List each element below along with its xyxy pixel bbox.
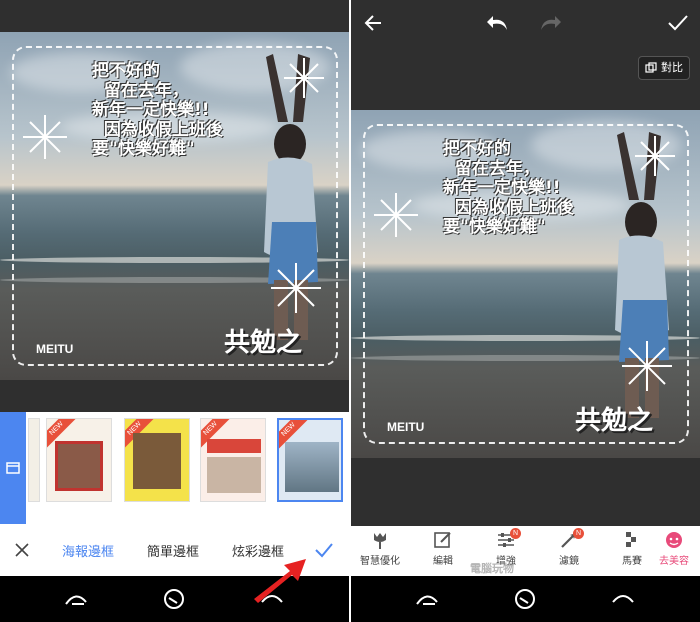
tab-poster-frame[interactable]: 海報邊框 bbox=[62, 541, 114, 560]
done-check-icon[interactable] bbox=[665, 10, 691, 36]
firework-icon bbox=[635, 136, 675, 176]
left-editor-panel: 把不好的 留在去年， 新年一定快樂!! 因為收假上班後 要"快樂好難" MEIT… bbox=[0, 0, 349, 622]
mosaic-icon bbox=[626, 532, 636, 547]
template-thumb[interactable]: NEW bbox=[46, 418, 112, 502]
pointer-arrow bbox=[254, 559, 306, 603]
template-strip: NEW NEW NEW NEW bbox=[0, 412, 349, 524]
meitu-brand: MEITU bbox=[36, 342, 74, 356]
android-nav-bar bbox=[351, 576, 700, 622]
frame-category-tab[interactable] bbox=[0, 412, 26, 524]
right-editor-panel: 對比 把不好的 留在去年， 新年一定快樂!! 因為收假上班後 要"快樂好難" M… bbox=[351, 0, 700, 622]
face-icon bbox=[666, 532, 682, 548]
nav-back-icon[interactable] bbox=[62, 586, 90, 612]
firework-icon bbox=[271, 263, 321, 313]
meitu-brand: MEITU bbox=[387, 420, 425, 434]
template-thumb[interactable]: NEW bbox=[200, 418, 266, 502]
edit-icon bbox=[434, 532, 451, 548]
edit-tool-bar: 智慧優化 編輯 N 增強 N 濾鏡 馬賽 去美容 bbox=[351, 526, 700, 576]
compare-icon bbox=[645, 62, 657, 73]
undo-icon[interactable] bbox=[485, 10, 511, 36]
template-thumb[interactable]: NEW bbox=[124, 418, 190, 502]
firework-icon bbox=[23, 115, 67, 159]
compare-button[interactable]: 對比 bbox=[638, 56, 690, 80]
template-thumb[interactable] bbox=[28, 418, 40, 502]
nav-home-icon[interactable] bbox=[160, 586, 188, 612]
photo-preview: 把不好的 留在去年， 新年一定快樂!! 因為收假上班後 要"快樂好難" MEIT… bbox=[351, 110, 700, 458]
template-thumb-selected[interactable]: NEW bbox=[277, 418, 343, 502]
tool-filter[interactable]: N 濾鏡 bbox=[546, 528, 592, 567]
tool-edit[interactable]: 編輯 bbox=[420, 530, 466, 567]
tool-mosaic[interactable]: 馬賽 bbox=[609, 530, 655, 567]
close-icon[interactable] bbox=[14, 542, 30, 558]
poster-caption: 把不好的 留在去年， 新年一定快樂!! 因為收假上班後 要"快樂好難" bbox=[92, 61, 223, 160]
nav-recent-icon[interactable] bbox=[609, 586, 637, 612]
frame-icon bbox=[6, 462, 20, 474]
tulip-icon bbox=[374, 533, 386, 549]
poster-slogan: 共勉之 bbox=[575, 406, 654, 436]
nav-home-icon[interactable] bbox=[511, 586, 539, 612]
tool-smart-optimize[interactable]: 智慧優化 bbox=[357, 530, 403, 567]
editor-top-bar bbox=[351, 0, 700, 46]
arrow-left-icon[interactable] bbox=[361, 10, 387, 36]
tab-simple-frame[interactable]: 簡單邊框 bbox=[147, 541, 199, 560]
confirm-check-icon[interactable] bbox=[314, 542, 334, 558]
site-watermark: 電腦玩物 bbox=[470, 562, 514, 575]
poster-slogan: 共勉之 bbox=[224, 328, 303, 358]
nav-back-icon[interactable] bbox=[413, 586, 441, 612]
photo-preview: 把不好的 留在去年， 新年一定快樂!! 因為收假上班後 要"快樂好難" MEIT… bbox=[0, 32, 349, 380]
tool-beauty[interactable]: 去美容 bbox=[651, 530, 697, 567]
firework-icon bbox=[374, 193, 418, 237]
firework-icon bbox=[284, 58, 324, 98]
redo-icon[interactable] bbox=[537, 10, 563, 36]
poster-caption: 把不好的 留在去年， 新年一定快樂!! 因為收假上班後 要"快樂好難" bbox=[443, 139, 574, 238]
firework-icon bbox=[622, 341, 672, 391]
